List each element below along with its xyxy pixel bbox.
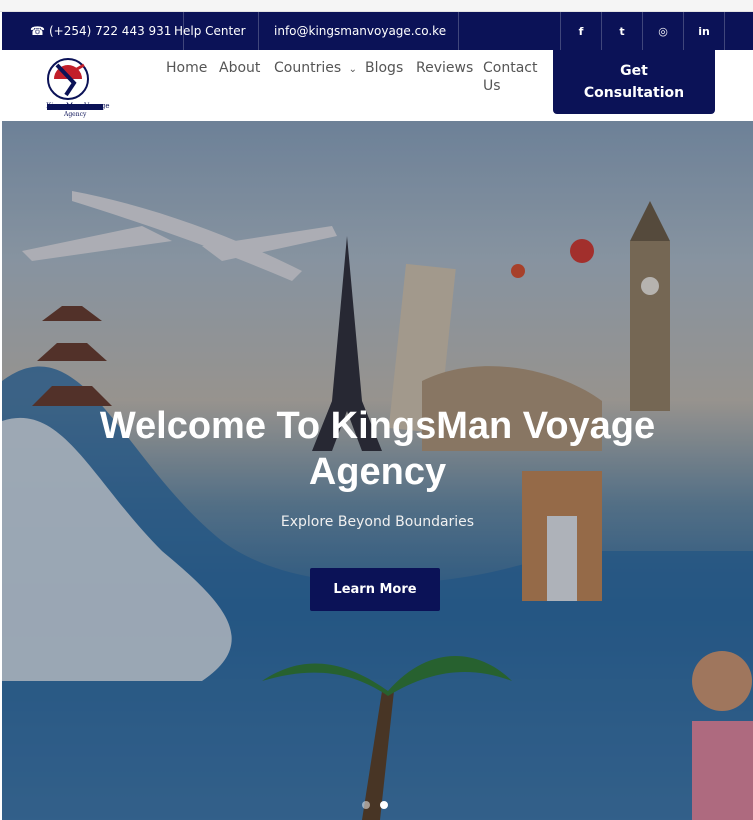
nav-countries-label: Countries <box>274 60 342 76</box>
hero-banner: Welcome To KingsMan Voyage Agency Explor… <box>2 121 753 820</box>
carousel-dots <box>362 801 388 809</box>
learn-more-button[interactable]: Learn More <box>310 568 440 611</box>
phone-icon: ☎ <box>30 24 45 38</box>
nav-home[interactable]: Home <box>166 60 207 76</box>
get-consultation-button[interactable]: Get Consultation <box>553 50 715 114</box>
logo-text: KingsMan Voyage <box>46 102 110 110</box>
hero-title-line2: Agency <box>308 451 447 493</box>
hero-title-line1: Welcome To KingsMan Voyage <box>99 405 656 447</box>
nav-blogs[interactable]: Blogs <box>365 60 403 76</box>
browser-top-strip <box>0 0 753 12</box>
cta-line2: Consultation <box>583 85 685 101</box>
carousel-dot-2[interactable] <box>380 801 388 809</box>
cta-line1: Get <box>620 63 648 79</box>
email-link[interactable]: info@kingsmanvoyage.co.ke <box>262 12 460 50</box>
social-links: f t ◎ in <box>560 12 725 50</box>
chevron-down-icon: ⌄ <box>348 64 357 75</box>
carousel-dot-1[interactable] <box>362 801 370 809</box>
site-logo[interactable]: KingsMan Voyage Agency <box>44 55 110 118</box>
hero-title: Welcome To KingsMan Voyage Agency <box>2 403 753 495</box>
linkedin-icon[interactable]: in <box>684 12 725 50</box>
help-center-link[interactable]: Help Center <box>162 12 259 50</box>
nav-countries[interactable]: Countries ⌄ <box>274 60 357 76</box>
top-contact-bar: ☎ (+254) 722 443 931 Help Center info@ki… <box>2 12 753 50</box>
nav-contact[interactable]: Contact Us <box>483 60 537 94</box>
email-address: info@kingsmanvoyage.co.ke <box>274 24 447 38</box>
phone-number: (+254) 722 443 931 <box>48 24 172 38</box>
nav-contact-line2: Us <box>483 78 501 94</box>
help-center-label: Help Center <box>174 24 246 38</box>
logo-subtext: Agency <box>64 111 87 118</box>
instagram-icon[interactable]: ◎ <box>643 12 684 50</box>
facebook-icon[interactable]: f <box>561 12 602 50</box>
phone-link[interactable]: ☎ (+254) 722 443 931 <box>18 12 185 50</box>
nav-about[interactable]: About <box>219 60 260 76</box>
hero-subtitle: Explore Beyond Boundaries <box>280 514 475 530</box>
nav-reviews[interactable]: Reviews <box>416 60 473 76</box>
main-navbar: KingsMan Voyage Agency Home About Countr… <box>2 50 753 121</box>
nav-contact-line1: Contact <box>483 60 538 76</box>
twitter-icon[interactable]: t <box>602 12 643 50</box>
